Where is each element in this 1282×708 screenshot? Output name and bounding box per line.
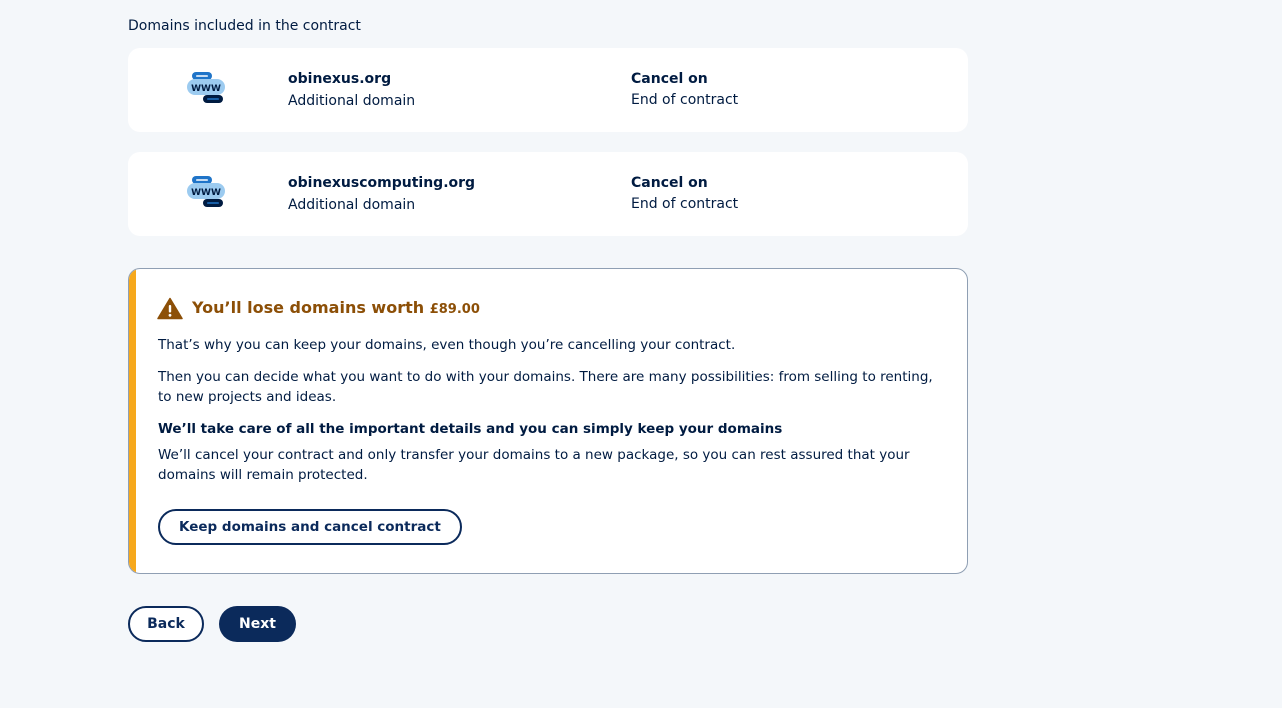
page: Domains included in the contract WWW obi… <box>0 0 1282 708</box>
warning-triangle-icon <box>157 297 183 320</box>
warning-subheading: We’ll take care of all the important det… <box>158 421 783 437</box>
domain-card: WWW obinexus.org Additional domain Cance… <box>128 48 968 132</box>
cancel-on-label: Cancel on <box>631 175 708 191</box>
cancel-on-label: Cancel on <box>631 71 708 87</box>
warning-paragraph: We’ll cancel your contract and only tran… <box>158 447 910 483</box>
svg-text:WWW: WWW <box>191 84 221 94</box>
next-button[interactable]: Next <box>219 606 296 642</box>
warning-title-text: You’ll lose domains worth <box>192 298 425 317</box>
domain-name: obinexus.org <box>288 71 392 87</box>
svg-text:WWW: WWW <box>191 188 221 198</box>
www-domain-icon: WWW <box>187 72 225 103</box>
back-button[interactable]: Back <box>128 606 204 642</box>
section-label: Domains included in the contract <box>128 18 361 34</box>
warning-amount: £89.00 <box>429 302 480 317</box>
keep-domains-button[interactable]: Keep domains and cancel contract <box>158 509 462 545</box>
domain-card: WWW obinexuscomputing.org Additional dom… <box>128 152 968 236</box>
warning-title: You’ll lose domains worth £89.00 <box>192 297 480 321</box>
domain-name: obinexuscomputing.org <box>288 175 476 191</box>
warning-paragraph: That’s why you can keep your domains, ev… <box>158 337 736 353</box>
cancel-on-value: End of contract <box>631 196 739 212</box>
cancel-on-value: End of contract <box>631 92 739 108</box>
warning-box: You’ll lose domains worth £89.00 That’s … <box>128 268 968 574</box>
warning-accent-stripe <box>129 269 136 573</box>
domain-type: Additional domain <box>288 197 416 213</box>
warning-paragraph: Then you can decide what you want to do … <box>158 369 933 405</box>
domain-type: Additional domain <box>288 93 416 109</box>
www-domain-icon: WWW <box>187 176 225 207</box>
